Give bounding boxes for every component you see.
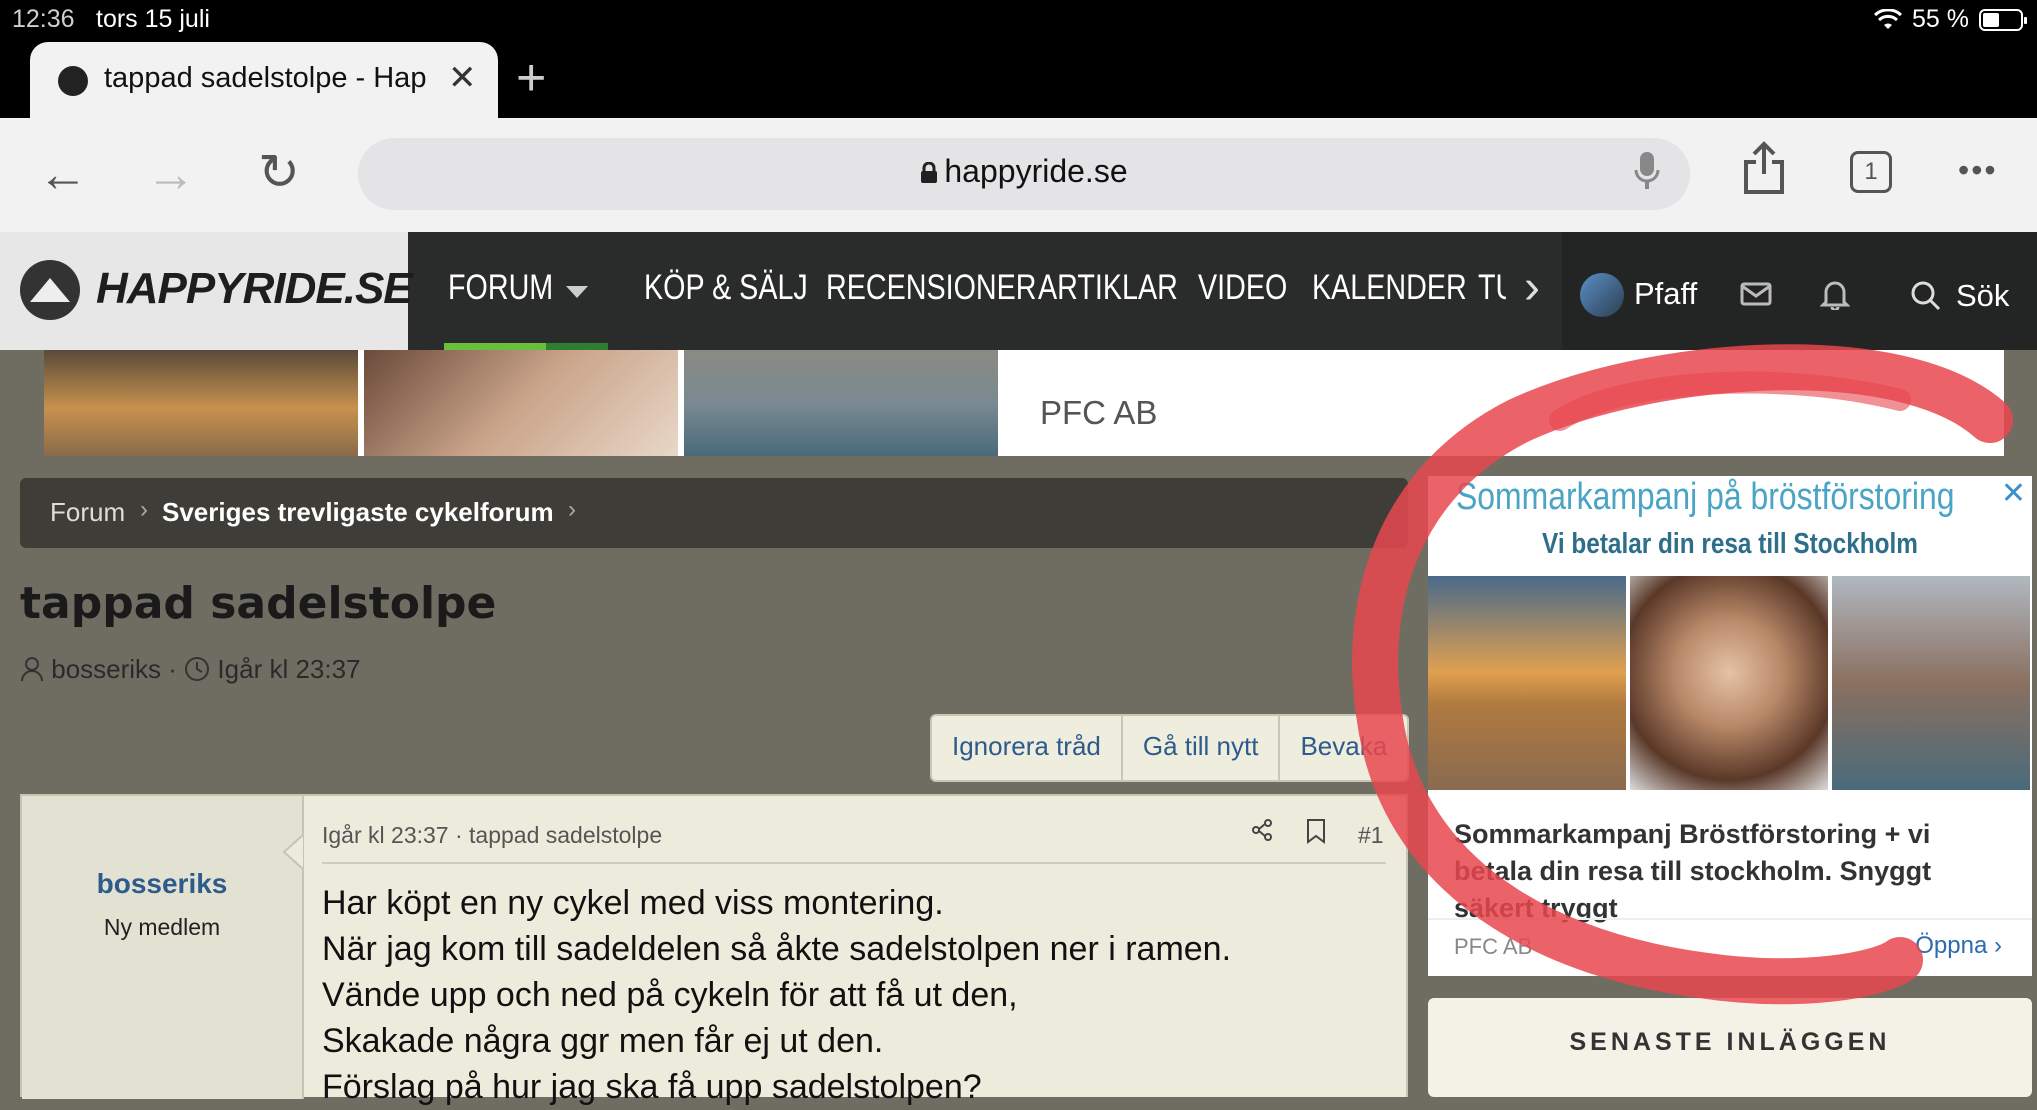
ad-image-sunset — [44, 350, 358, 456]
url-text: happyride.se — [944, 153, 1128, 189]
user-icon — [21, 657, 43, 682]
side-ad-open-button[interactable]: Öppna › — [1915, 932, 2002, 960]
search-link[interactable]: Sök — [1956, 278, 2009, 314]
breadcrumb: Forum › Sveriges trevligaste cykelforum … — [20, 478, 1408, 548]
wifi-icon — [1874, 8, 1903, 29]
side-ad-image-sunset — [1428, 576, 1626, 790]
more-menu-button[interactable]: ••• — [1958, 152, 1998, 189]
latest-posts-title: SENASTE INLÄGGEN — [1569, 1028, 1891, 1056]
logo-text: HAPPYRIDE.SE — [96, 264, 413, 313]
post-username[interactable]: bosseriks — [22, 868, 302, 900]
search-icon[interactable] — [1910, 280, 1942, 312]
browser-tab[interactable]: tappad sadelstolpe - Hap ✕ — [30, 42, 498, 118]
nav-tu[interactable]: TU — [1478, 268, 1506, 308]
side-ad[interactable]: Sommarkampanj på bröstförstoring ✕ Vi be… — [1428, 476, 2032, 976]
active-nav-indicator-secondary — [546, 343, 608, 350]
breadcrumb-forum[interactable]: Forum — [50, 497, 125, 528]
avatar[interactable] — [1580, 273, 1624, 317]
url-display: happyride.se — [358, 153, 1690, 190]
nav-kalender[interactable]: KALENDER — [1312, 268, 1467, 308]
back-button[interactable]: ← — [38, 144, 88, 204]
meta-separator: · — [168, 654, 185, 684]
new-tab-button[interactable]: + — [516, 50, 546, 106]
thread-author[interactable]: bosseriks — [51, 654, 161, 684]
ignore-thread-button[interactable]: Ignorera tråd — [932, 716, 1123, 780]
thread-meta: bosseriks · Igår kl 23:37 — [20, 654, 361, 685]
side-ad-advertiser: PFC AB — [1454, 934, 1533, 959]
post-line: Skakade några ggr men får ej ut den. — [322, 1022, 884, 1060]
battery-icon — [1979, 8, 2027, 31]
side-ad-text: Sommarkampanj Bröstförstoring + vi betal… — [1454, 819, 1932, 923]
forward-button[interactable]: → — [146, 144, 196, 204]
mountain-logo-icon — [20, 260, 80, 320]
post-line: När jag kom till sadeldelen så åkte sade… — [322, 930, 1232, 968]
address-bar[interactable]: happyride.se — [358, 138, 1690, 210]
side-ad-image-city — [1832, 576, 2030, 790]
post-line: Har köpt en ny cykel med viss montering. — [322, 884, 944, 922]
chevron-right-icon: › — [568, 496, 576, 523]
nav-recensioner[interactable]: RECENSIONER — [826, 268, 1037, 308]
breadcrumb-category[interactable]: Sveriges trevligaste cykelforum — [162, 497, 554, 528]
post-line: Vände upp och ned på cykeln för att få u… — [322, 976, 1018, 1014]
tab-count-button[interactable]: 1 — [1850, 151, 1892, 193]
username-link[interactable]: Pfaff — [1634, 276, 1697, 312]
post: bosseriks Ny medlem Igår kl 23:37 · tapp… — [20, 794, 1408, 1106]
microphone-icon[interactable] — [1634, 150, 1660, 192]
bell-icon[interactable] — [1820, 278, 1850, 310]
post-number[interactable]: #1 — [1358, 822, 1384, 849]
latest-posts-widget: SENASTE INLÄGGEN — [1428, 998, 2032, 1097]
post-pointer-arrow — [282, 834, 304, 870]
side-ad-open-label: Öppna — [1915, 932, 1988, 959]
ad-image-woman — [364, 350, 678, 456]
side-ad-headline: Sommarkampanj på bröstförstoring — [1456, 476, 1955, 518]
post-header: Igår kl 23:37 · tappad sadelstolpe — [322, 822, 663, 848]
share-icon[interactable] — [1250, 818, 1274, 842]
chevron-right-icon: › — [1994, 932, 2002, 959]
status-time: 12:36 — [12, 5, 75, 33]
share-icon[interactable] — [1742, 140, 1786, 196]
side-ad-image-woman — [1630, 576, 1828, 790]
thread-date[interactable]: Igår kl 23:37 — [217, 654, 360, 684]
nav-artiklar[interactable]: ARTIKLAR — [1038, 268, 1178, 308]
side-ad-divider — [1428, 918, 2032, 920]
nav-forum[interactable]: FORUM — [448, 268, 553, 308]
clock-icon — [185, 657, 210, 681]
ad-close-icon[interactable]: ✕ — [2001, 476, 2026, 511]
chevron-right-icon: › — [140, 496, 148, 523]
nav-kop-salj[interactable]: KÖP & SÄLJ — [644, 268, 808, 308]
watch-button[interactable]: Bevaka — [1280, 716, 1407, 780]
post-body: Har köpt en ny cykel med viss montering.… — [322, 880, 1231, 1110]
tab-title: tappad sadelstolpe - Hap — [104, 62, 427, 94]
post-header-divider — [322, 862, 1386, 864]
status-right: 55 % — [1874, 5, 2027, 34]
nav-scroll-right-icon[interactable]: › — [1524, 260, 1540, 315]
chevron-down-icon[interactable] — [566, 286, 588, 298]
lock-icon — [921, 161, 938, 183]
bookmark-icon[interactable] — [1306, 818, 1326, 844]
page-title: tappad sadelstolpe — [20, 578, 497, 629]
post-user-panel: bosseriks Ny medlem — [22, 796, 304, 1099]
ad-image-city — [684, 350, 998, 456]
site-logo[interactable]: HAPPYRIDE.SE — [0, 232, 413, 350]
close-tab-icon[interactable]: ✕ — [448, 58, 477, 98]
battery-percent: 55 % — [1912, 5, 1969, 33]
go-to-new-button[interactable]: Gå till nytt — [1123, 716, 1281, 780]
thread-actions: Ignorera tråd Gå till nytt Bevaka — [930, 714, 1410, 782]
reload-button[interactable]: ↻ — [258, 142, 300, 202]
status-date: tors 15 juli — [96, 5, 210, 33]
post-user-role: Ny medlem — [103, 914, 221, 940]
post-line: Förslag på hur jag ska få upp sadelstolp… — [322, 1068, 982, 1106]
favicon-icon — [58, 66, 88, 96]
nav-video[interactable]: VIDEO — [1198, 268, 1287, 308]
side-ad-subheadline: Vi betalar din resa till Stockholm — [1542, 528, 1918, 560]
top-ad-advertiser: PFC AB — [1040, 394, 1158, 431]
mail-icon[interactable] — [1740, 282, 1772, 306]
status-bar: 12:36 tors 15 juli 55 % — [0, 0, 2037, 40]
